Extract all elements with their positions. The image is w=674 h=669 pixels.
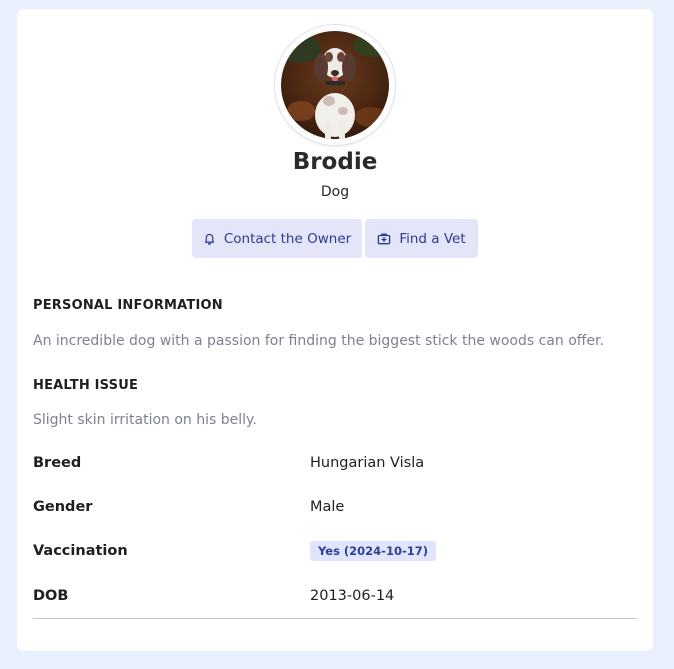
avatar-frame — [275, 25, 395, 145]
personal-information-title: PERSONAL INFORMATION — [33, 298, 223, 313]
contact-owner-label: Contact the Owner — [223, 230, 352, 247]
pet-name: Brodie — [292, 149, 378, 175]
vaccination-label: Vaccination — [33, 543, 128, 559]
health-issue-title: HEALTH ISSUE — [33, 378, 139, 393]
first-aid-kit-icon — [377, 232, 391, 245]
personal-information-text: An incredible dog with a passion for fin… — [33, 333, 604, 349]
breed-label: Breed — [33, 455, 82, 471]
breed-value: Hungarian Visla — [310, 455, 425, 471]
pet-profile-card: Brodie Dog Contact the Owner Find a Vet … — [17, 9, 653, 651]
find-vet-label: Find a Vet — [399, 230, 466, 247]
contact-owner-button[interactable]: Contact the Owner — [192, 219, 362, 258]
gender-value: Male — [310, 499, 345, 515]
vaccination-status-badge: Yes (2024-10-17) — [310, 541, 436, 561]
gender-label: Gender — [33, 499, 93, 515]
pet-avatar — [281, 31, 389, 139]
pet-type: Dog — [320, 184, 350, 200]
health-issue-text: Slight skin irritation on his belly. — [33, 412, 257, 428]
divider — [33, 618, 637, 619]
dob-label: DOB — [33, 588, 69, 604]
find-vet-button[interactable]: Find a Vet — [365, 219, 478, 258]
dob-value: 2013-06-14 — [310, 588, 395, 604]
bell-icon — [203, 232, 216, 245]
